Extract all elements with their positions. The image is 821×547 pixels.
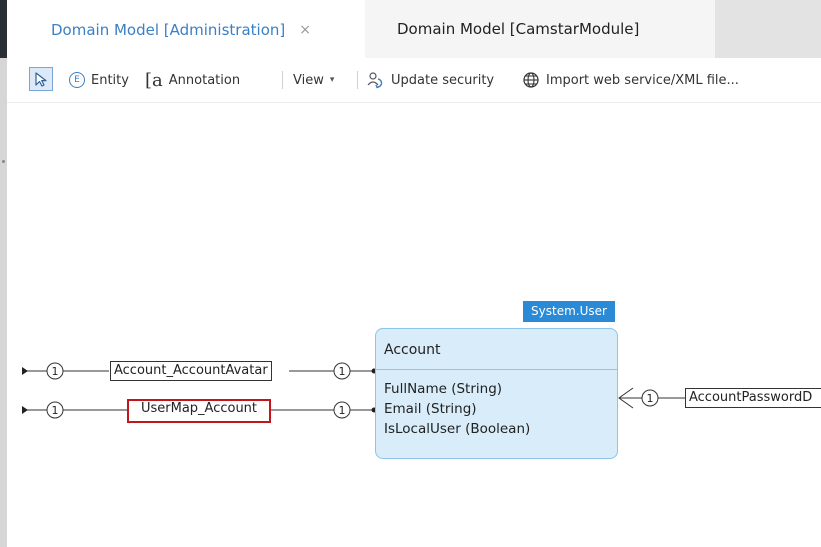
security-users-icon [367, 72, 383, 89]
update-security-button[interactable]: Update security [366, 58, 494, 102]
view-dropdown[interactable]: View ▾ [293, 58, 334, 102]
tab-domain-model-camstarmodule[interactable]: Domain Model [CamstarModule] [365, 0, 715, 58]
tab-domain-model-administration[interactable]: Domain Model [Administration] × [7, 0, 365, 58]
import-label: Import web service/XML file... [546, 72, 739, 88]
svg-text:1: 1 [52, 404, 59, 417]
chevron-down-icon: ▾ [329, 75, 335, 85]
association-usermap-account[interactable]: UserMap_Account [127, 399, 271, 423]
svg-text:1: 1 [52, 365, 59, 378]
svg-text:1: 1 [647, 392, 654, 405]
entity-button[interactable]: E Entity [69, 58, 129, 102]
update-security-label: Update security [391, 72, 495, 88]
entity-divider [376, 369, 617, 370]
entity-attribute[interactable]: Email (String) [384, 401, 477, 417]
annotation-icon-letter: a [152, 69, 163, 91]
tab-label: Domain Model [CamstarModule] [397, 20, 640, 38]
association-line-password[interactable]: 1 [618, 387, 685, 409]
globe-icon [523, 72, 539, 88]
annotation-icon: [a [145, 69, 163, 91]
entity-label: Entity [91, 72, 129, 88]
svg-text:1: 1 [339, 404, 346, 417]
association-account-accountavatar[interactable]: Account_AccountAvatar [110, 361, 272, 381]
view-label: View [293, 72, 324, 88]
import-web-service-button[interactable]: Import web service/XML file... [522, 58, 739, 102]
entity-name: Account [384, 342, 441, 358]
side-panel-collapsed[interactable] [0, 58, 7, 547]
annotation-label: Annotation [168, 72, 241, 88]
entity-attribute[interactable]: IsLocalUser (Boolean) [384, 421, 530, 437]
toolbar-divider [282, 71, 283, 89]
toolbar: E Entity [a Annotation View ▾ Update sec… [7, 58, 821, 103]
svg-text:1: 1 [339, 365, 346, 378]
tab-label: Domain Model [Administration] [51, 21, 286, 39]
side-panel-edge [0, 0, 7, 58]
entity-module-tag: System.User [523, 301, 615, 322]
toolbar-divider [357, 71, 358, 89]
pointer-tool-button[interactable] [29, 67, 53, 91]
annotation-button[interactable]: [a Annotation [145, 58, 240, 102]
cursor-arrow-icon [35, 72, 47, 87]
close-icon[interactable]: × [299, 22, 311, 38]
entity-account[interactable]: Account FullName (String) Email (String)… [375, 328, 618, 459]
entity-icon: E [69, 72, 85, 88]
domain-model-canvas[interactable]: 1 1 1 1 1 Account_AccountAvatar UserMap_… [7, 103, 821, 547]
association-accountpasswordd[interactable]: AccountPasswordD [685, 388, 821, 408]
entity-attribute[interactable]: FullName (String) [384, 381, 502, 397]
side-panel-grip[interactable] [2, 160, 5, 163]
association-lines: 1 1 1 1 1 [22, 362, 685, 419]
